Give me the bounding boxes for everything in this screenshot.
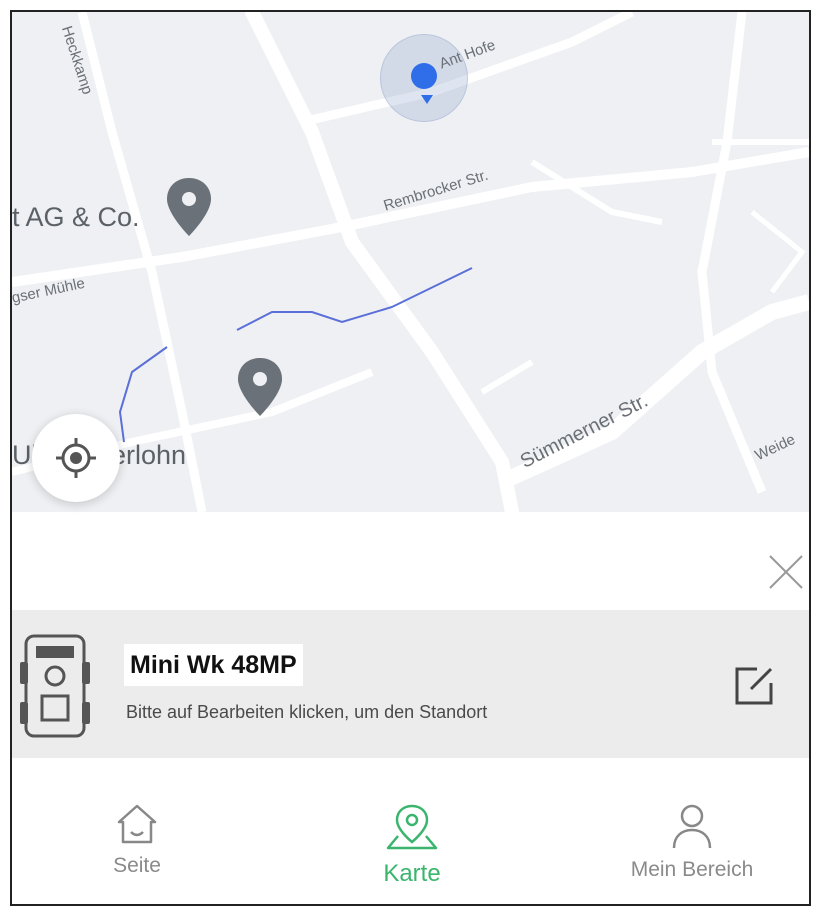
app-frame: Ant Hofe Rembrocker Str. gser Mühle Sümm… [10,10,811,906]
device-location-hint: Bitte auf Bearbeiten klicken, um den Sta… [126,702,488,722]
device-name: Mini Wk 48MP [124,644,303,686]
close-button[interactable] [764,550,808,594]
nav-item-karte[interactable]: Karte [312,802,512,902]
current-location-marker [380,34,468,122]
nav-label: Seite [113,854,161,877]
nav-item-seite[interactable]: Seite [37,802,237,902]
nav-label: Mein Bereich [630,858,754,881]
location-dot [411,63,437,89]
poi-label[interactable]: t AG & Co. [12,202,140,233]
bottom-navigation: Seite Karte Mein Bereich [12,782,809,904]
nav-label: Karte [383,860,441,887]
map-view[interactable]: Ant Hofe Rembrocker Str. gser Mühle Sümm… [12,12,809,512]
close-icon [769,555,803,589]
map-pin-icon[interactable] [235,356,285,418]
home-icon [117,804,157,844]
user-icon [672,804,712,849]
map-pin-icon [386,804,438,850]
crosshair-icon [56,438,96,478]
trail-camera-icon [20,634,90,738]
edit-button[interactable] [730,662,778,710]
nav-item-mein-bereich[interactable]: Mein Bereich [592,802,792,902]
locate-me-button[interactable] [32,414,120,502]
heading-arrow-icon [421,95,433,104]
device-card[interactable]: Mini Wk 48MP Bitte auf Bearbeiten klicke… [12,610,809,758]
edit-icon [735,667,773,705]
map-pin-icon[interactable] [164,176,214,238]
